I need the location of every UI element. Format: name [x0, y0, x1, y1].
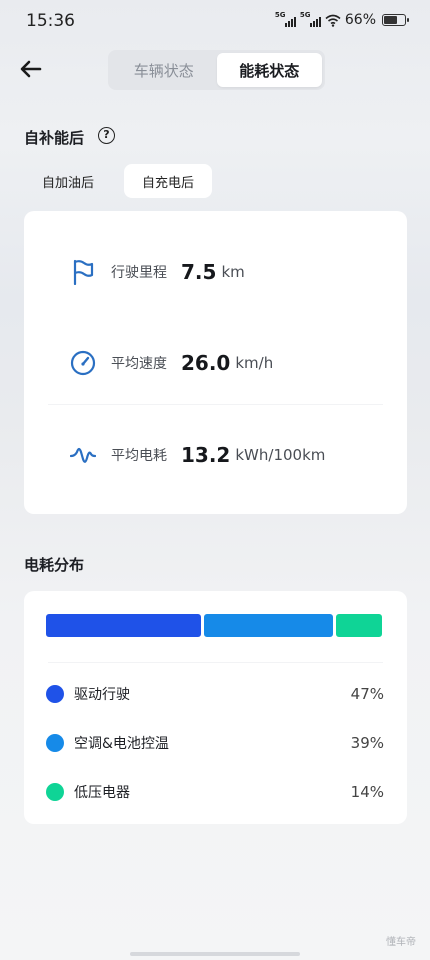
speedometer-icon	[70, 350, 96, 376]
watermark: 懂车帝	[386, 937, 416, 948]
trip-stats-card: 行驶里程 7.5 km 平均速度 26.0 km/h 平均电耗 13.2 kWh…	[24, 211, 407, 514]
legend-percent: 39%	[350, 734, 384, 752]
legend-dot	[46, 685, 64, 703]
legend-dot	[46, 783, 64, 801]
status-bar: 15:36 5G 5G 66%	[0, 0, 430, 44]
energy-distribution-title: 电耗分布	[24, 556, 85, 574]
legend-percent: 47%	[350, 685, 384, 703]
divider	[48, 662, 383, 663]
signal-5g-icon: 5G	[300, 11, 321, 27]
legend-item: 低压电器 14%	[46, 782, 384, 802]
distribution-bar-segment	[335, 614, 382, 637]
flag-icon	[73, 259, 94, 285]
stat-avg-speed: 平均速度 26.0 km/h	[70, 350, 273, 376]
stat-unit: kWh/100km	[235, 446, 326, 464]
stat-unit: km/h	[235, 354, 274, 372]
legend-item: 驱动行驶 47%	[46, 684, 384, 704]
back-arrow-icon[interactable]	[18, 56, 44, 82]
refuel-sub-tabs: 自加油后 自充电后	[24, 164, 213, 198]
stat-avg-consumption: 平均电耗 13.2 kWh/100km	[70, 442, 325, 468]
stat-label: 行驶里程	[111, 265, 167, 281]
signal-5g-icon: 5G	[275, 11, 296, 27]
legend-label: 驱动行驶	[74, 687, 130, 703]
energy-wave-icon	[70, 447, 96, 463]
wifi-icon	[325, 14, 341, 27]
battery-percent: 66%	[344, 12, 376, 28]
tab-since-recharge[interactable]: 自充电后	[124, 164, 213, 198]
legend-label: 低压电器	[74, 785, 130, 801]
legend-label: 空调&电池控温	[74, 736, 169, 752]
status-tab-switch: 车辆状态 能耗状态	[108, 50, 325, 90]
battery-icon	[382, 14, 409, 26]
stat-unit: km	[221, 263, 245, 281]
help-icon[interactable]: ?	[98, 127, 115, 144]
stat-value: 26.0	[181, 351, 231, 375]
stat-value: 7.5	[181, 260, 217, 284]
energy-distribution-card: 驱动行驶 47% 空调&电池控温 39% 低压电器 14%	[24, 591, 407, 824]
stat-mileage: 行驶里程 7.5 km	[70, 259, 245, 285]
legend-dot	[46, 734, 64, 752]
tab-vehicle-status[interactable]: 车辆状态	[111, 53, 217, 87]
legend-item: 空调&电池控温 39%	[46, 733, 384, 753]
status-time: 15:36	[26, 11, 75, 31]
tab-energy-status[interactable]: 能耗状态	[216, 53, 322, 87]
stat-label: 平均电耗	[111, 448, 167, 464]
status-icons: 5G 5G 66%	[275, 11, 409, 28]
legend-percent: 14%	[350, 783, 384, 801]
stat-value: 13.2	[181, 443, 231, 467]
distribution-bar	[46, 614, 382, 637]
tab-since-refuel[interactable]: 自加油后	[24, 164, 112, 198]
distribution-bar-segment	[204, 614, 333, 637]
home-indicator[interactable]	[130, 952, 300, 956]
distribution-bar-segment	[46, 614, 202, 637]
divider	[48, 404, 383, 405]
stat-label: 平均速度	[111, 356, 167, 372]
since-recharge-title: 自补能后	[24, 129, 85, 147]
